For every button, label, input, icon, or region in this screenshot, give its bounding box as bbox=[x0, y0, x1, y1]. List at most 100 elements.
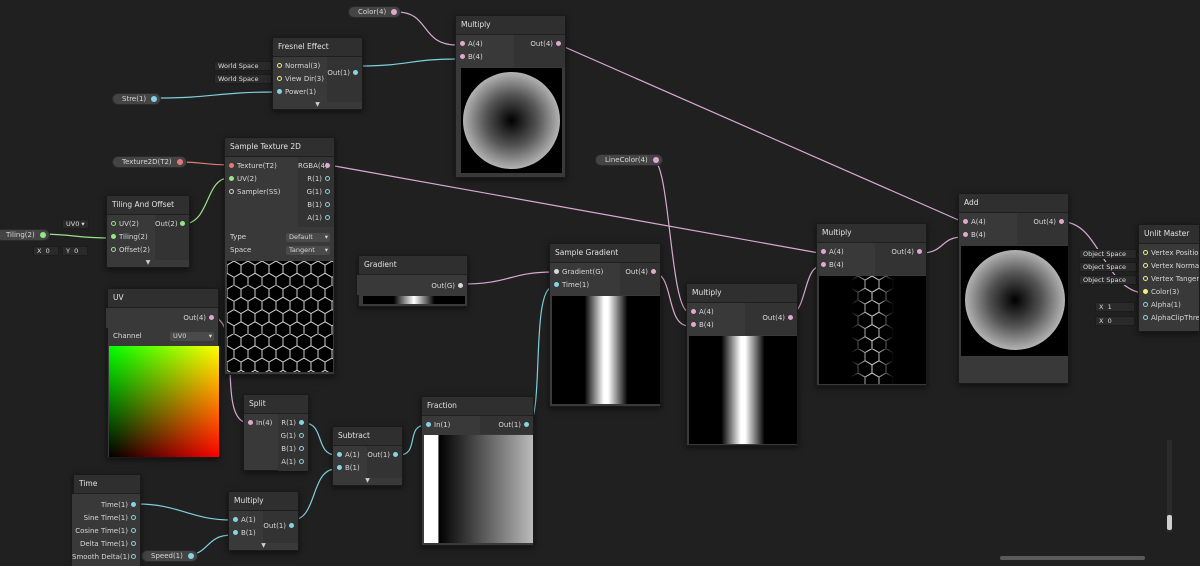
port-dot[interactable] bbox=[337, 452, 342, 457]
node-title[interactable]: Fresnel Effect bbox=[273, 38, 362, 57]
b-input-port[interactable]: B(4) bbox=[817, 259, 877, 272]
type-dropdown[interactable]: Default bbox=[286, 233, 330, 242]
out-output-port[interactable]: Out(4) bbox=[745, 312, 797, 325]
out-output-port[interactable]: Out(4) bbox=[106, 312, 218, 325]
offset-x-field[interactable]: X 0 bbox=[33, 246, 59, 256]
port-dot[interactable] bbox=[1143, 315, 1148, 320]
a-input-port[interactable]: A(4) bbox=[817, 246, 877, 259]
port-dot[interactable] bbox=[131, 541, 136, 546]
port-dot[interactable] bbox=[277, 63, 282, 68]
port-dot[interactable] bbox=[131, 554, 136, 559]
port-dot[interactable] bbox=[111, 234, 116, 239]
port-dot[interactable] bbox=[393, 452, 398, 457]
node-title[interactable]: Tiling And Offset bbox=[107, 196, 189, 215]
vertex-tangent-input-port[interactable]: Vertex Tangent(3) bbox=[1139, 273, 1199, 286]
port-dot[interactable] bbox=[248, 420, 253, 425]
a-input-port[interactable]: A(1) bbox=[229, 514, 265, 527]
port-dot[interactable] bbox=[131, 515, 136, 520]
stre-property-pill[interactable]: Stre(1) bbox=[112, 93, 162, 105]
offset-y-field[interactable]: Y 0 bbox=[62, 246, 88, 256]
port-dot[interactable] bbox=[460, 54, 465, 59]
out-output-port[interactable]: Out(1) bbox=[367, 449, 402, 462]
in-input-port[interactable]: In(1) bbox=[422, 419, 482, 432]
port-dot[interactable] bbox=[963, 232, 968, 237]
sample-texture-2d-node[interactable]: Sample Texture 2D Texture(T2) UV(2) Samp… bbox=[224, 137, 335, 375]
port-dot[interactable] bbox=[325, 189, 330, 194]
port-dot[interactable] bbox=[325, 202, 330, 207]
smooth-delta-output-port[interactable]: Smooth Delta(1) bbox=[72, 551, 140, 564]
power-input-port[interactable]: Power(1) bbox=[273, 86, 329, 99]
port-dot[interactable] bbox=[151, 96, 158, 102]
port-dot[interactable] bbox=[233, 517, 238, 522]
port-dot[interactable] bbox=[1143, 250, 1148, 255]
out-output-port[interactable]: Out(1) bbox=[263, 520, 298, 533]
collapse-chevron-icon[interactable]: ▼ bbox=[273, 101, 362, 109]
fraction-node[interactable]: Fraction In(1) Out(1) bbox=[421, 396, 534, 546]
uv-channel-field[interactable]: UV0 ▾ bbox=[62, 219, 89, 229]
port-dot[interactable] bbox=[1143, 302, 1148, 307]
vertex-normal-space-field[interactable]: Object Space bbox=[1079, 262, 1137, 272]
port-dot[interactable] bbox=[458, 283, 463, 288]
normal-space-field[interactable]: World Space bbox=[214, 61, 272, 71]
port-dot[interactable] bbox=[299, 446, 304, 451]
port-dot[interactable] bbox=[460, 41, 465, 46]
alpha-input-port[interactable]: Alpha(1) bbox=[1139, 299, 1199, 312]
multiply-node-mid[interactable]: Multiply A(4) B(4) Out(4) bbox=[686, 283, 798, 446]
port-dot[interactable] bbox=[233, 530, 238, 535]
port-dot[interactable] bbox=[337, 465, 342, 470]
a-input-port[interactable]: A(1) bbox=[333, 449, 369, 462]
port-dot[interactable] bbox=[554, 269, 559, 274]
port-dot[interactable] bbox=[524, 422, 529, 427]
out-output-port[interactable]: Out(1) bbox=[480, 419, 533, 432]
port-dot[interactable] bbox=[691, 322, 696, 327]
vertex-normal-input-port[interactable]: Vertex Normal(3) bbox=[1139, 260, 1199, 273]
node-title[interactable]: Split bbox=[244, 395, 308, 414]
b-input-port[interactable]: B(4) bbox=[456, 51, 516, 64]
sampler-input-port[interactable]: Sampler(SS) bbox=[225, 186, 300, 199]
port-dot[interactable] bbox=[111, 247, 116, 252]
port-dot[interactable] bbox=[821, 262, 826, 267]
port-dot[interactable] bbox=[180, 221, 185, 226]
out-output-port[interactable]: Out(4) bbox=[875, 246, 926, 259]
port-dot[interactable] bbox=[299, 459, 304, 464]
port-dot[interactable] bbox=[39, 232, 46, 238]
tiling-property-pill[interactable]: Tiling(2) bbox=[0, 229, 50, 241]
port-dot[interactable] bbox=[176, 159, 183, 165]
r-output-port[interactable]: R(1) bbox=[298, 173, 334, 186]
gradient-node[interactable]: Gradient Out(G) bbox=[357, 255, 468, 307]
delta-time-output-port[interactable]: Delta Time(1) bbox=[72, 538, 140, 551]
multiply-node-top[interactable]: Multiply A(4) B(4) Out(4) bbox=[455, 15, 566, 178]
out-output-port[interactable]: Out(4) bbox=[620, 266, 660, 279]
alpha-value-field[interactable]: X 1 bbox=[1095, 302, 1135, 312]
fresnel-effect-node[interactable]: Fresnel Effect Normal(3) View Dir(3) Pow… bbox=[272, 37, 363, 110]
a-output-port[interactable]: A(1) bbox=[278, 456, 308, 469]
g-output-port[interactable]: G(1) bbox=[278, 430, 308, 443]
time-node[interactable]: Time Time(1) Sine Time(1) Cosine Time(1)… bbox=[72, 474, 141, 566]
node-title[interactable]: Multiply bbox=[817, 224, 926, 243]
port-dot[interactable] bbox=[325, 215, 330, 220]
node-title[interactable]: Gradient bbox=[359, 256, 467, 275]
port-dot[interactable] bbox=[187, 553, 194, 559]
multiply-node-bottom[interactable]: Multiply A(1) B(1) Out(1) ▼ bbox=[228, 491, 299, 551]
uv-node[interactable]: UV Out(4) Channel UV0 bbox=[106, 288, 219, 458]
texture-input-port[interactable]: Texture(T2) bbox=[225, 160, 300, 173]
port-dot[interactable] bbox=[821, 249, 826, 254]
speed-property-pill[interactable]: Speed(1) bbox=[141, 550, 198, 562]
node-title[interactable]: Subtract bbox=[333, 427, 402, 446]
a-input-port[interactable]: A(4) bbox=[959, 216, 1019, 229]
add-node[interactable]: Add A(4) B(4) Out(4) bbox=[958, 193, 1069, 384]
node-title[interactable]: Multiply bbox=[456, 16, 565, 35]
line-color-property-pill[interactable]: LineColor(4) bbox=[595, 154, 663, 166]
port-dot[interactable] bbox=[277, 89, 282, 94]
b-input-port[interactable]: B(1) bbox=[229, 527, 265, 540]
node-title[interactable]: Fraction bbox=[422, 397, 533, 416]
color-input-port[interactable]: Color(3) bbox=[1139, 286, 1199, 299]
horizontal-scrollbar-thumb[interactable] bbox=[1000, 556, 1145, 560]
port-dot[interactable] bbox=[299, 433, 304, 438]
a-input-port[interactable]: A(4) bbox=[456, 38, 516, 51]
port-dot[interactable] bbox=[1143, 263, 1148, 268]
tiling-input-port[interactable]: Tiling(2) bbox=[107, 231, 157, 244]
offset-input-port[interactable]: Offset(2) bbox=[107, 244, 157, 257]
color-property-pill[interactable]: Color(4) bbox=[348, 6, 402, 18]
b-output-port[interactable]: B(1) bbox=[278, 443, 308, 456]
